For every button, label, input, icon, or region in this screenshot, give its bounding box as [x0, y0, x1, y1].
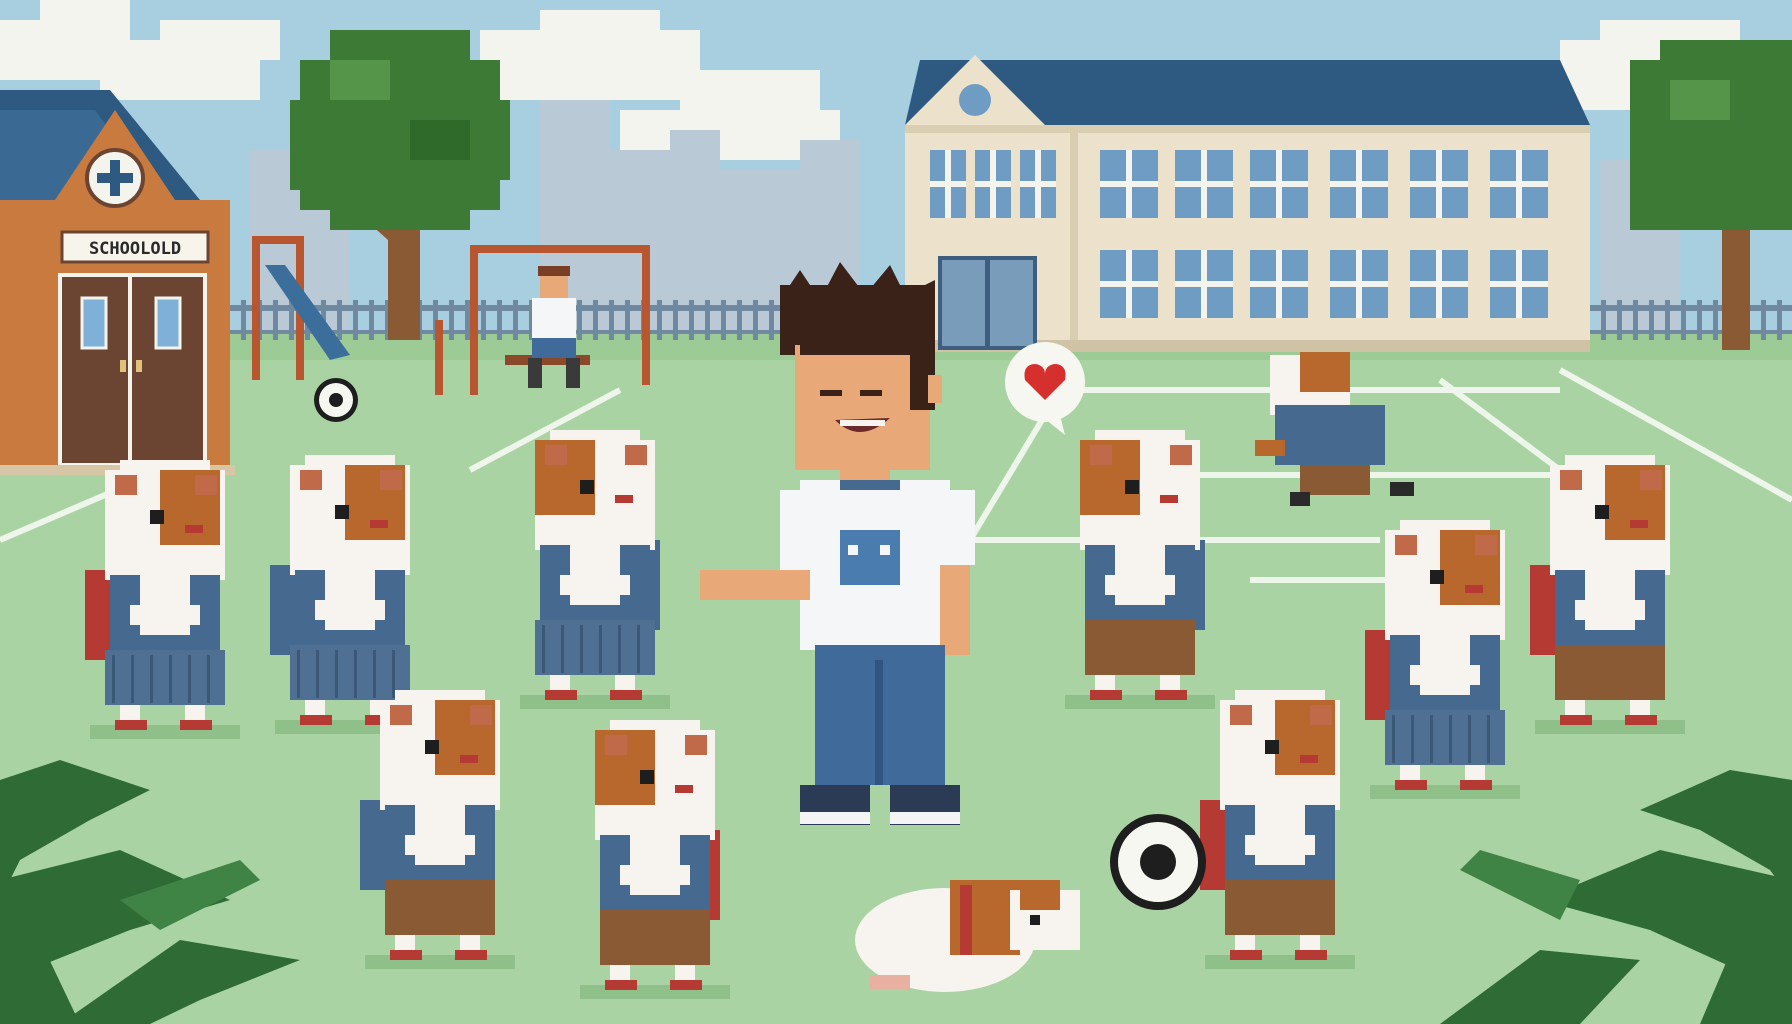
school-sign-text: SCHOOLOLD [89, 239, 181, 259]
soccer-ball-small [314, 378, 358, 422]
school-window [1020, 150, 1056, 218]
school-building [905, 55, 1590, 352]
school-window [1100, 250, 1158, 318]
school-window [1330, 150, 1388, 218]
building-emblem [959, 84, 991, 116]
school-window [930, 150, 966, 218]
boy-face [795, 345, 930, 470]
playground-scene: SCHOOLOLD [0, 0, 1792, 1024]
guinea-pig-student [520, 430, 670, 709]
guinea-pig-student [1065, 430, 1215, 709]
school-window [1490, 250, 1548, 318]
guinea-pig-student [580, 720, 730, 999]
guinea-pig-student [85, 460, 240, 739]
soccer-ball-icon [1110, 814, 1206, 910]
school-window [1250, 150, 1308, 218]
school-window [1410, 150, 1468, 218]
school-window [1175, 250, 1233, 318]
boy-shirt-logo [840, 530, 900, 585]
school-window [1330, 250, 1388, 318]
school-window [1490, 150, 1548, 218]
guinea-pig-student [1365, 520, 1520, 799]
school-window [975, 150, 1011, 218]
school-window [1175, 150, 1233, 218]
school-window [1410, 250, 1468, 318]
school-window [1250, 250, 1308, 318]
scene-canvas: SCHOOLOLD [0, 0, 1792, 1024]
school-window [1100, 150, 1158, 218]
